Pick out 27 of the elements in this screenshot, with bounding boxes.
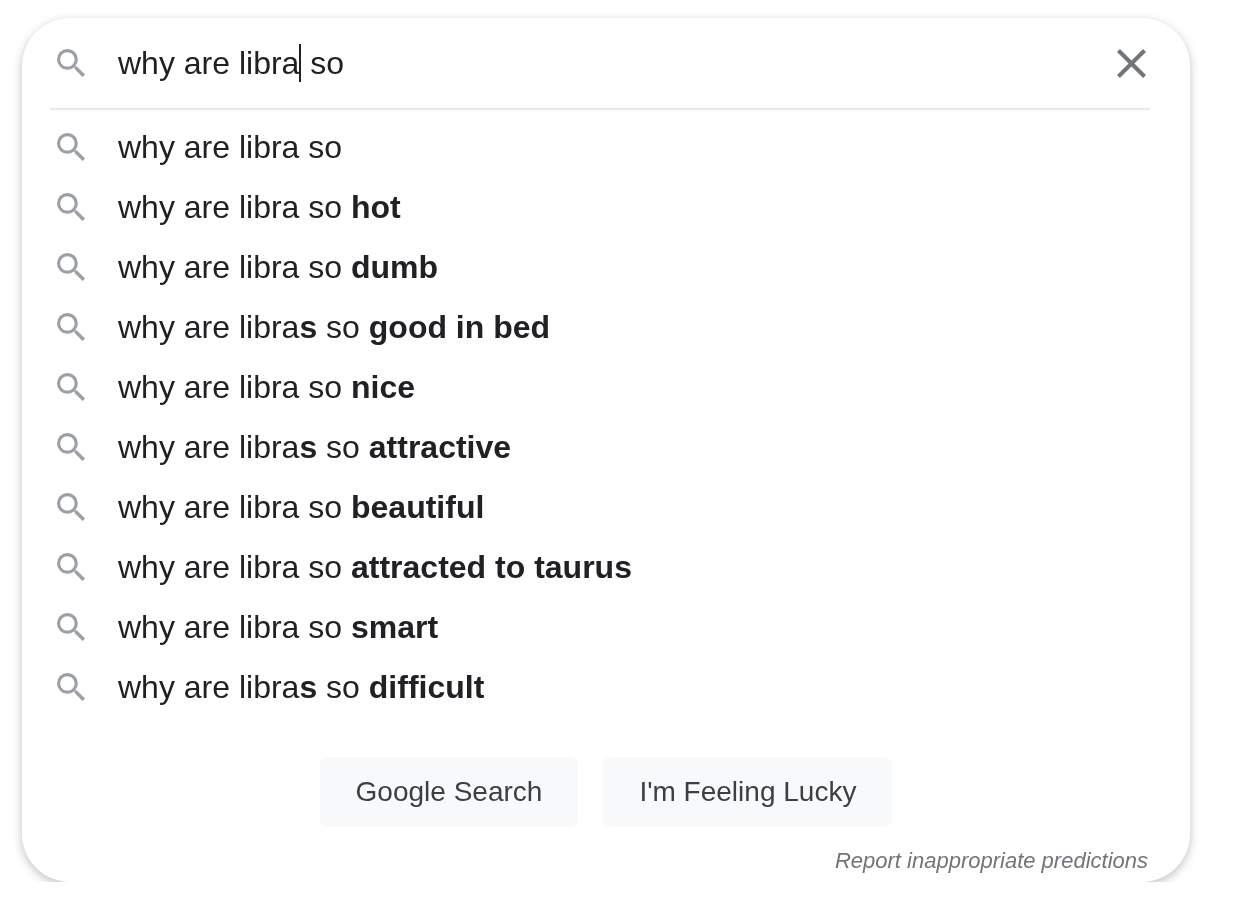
suggestion-item[interactable]: why are libra so beautiful — [118, 487, 485, 527]
suggestion-item[interactable]: why are libra so attracted to taurus — [118, 547, 632, 587]
suggestion-item[interactable]: why are libras so good in bed — [118, 307, 551, 347]
search-icon — [57, 313, 85, 341]
suggestion-item[interactable]: why are libras so attractive — [118, 427, 512, 467]
report-link[interactable]: Report inappropriate predictions — [834, 847, 1148, 875]
search-input-field[interactable]: why are libra so — [118, 43, 1117, 83]
search-icon — [57, 673, 85, 701]
suggestion-item[interactable]: why are libra so hot — [118, 187, 401, 227]
close-icon — [1117, 48, 1146, 78]
suggestion-item[interactable]: why are libra so — [118, 127, 343, 167]
search-icon — [57, 253, 85, 281]
search-button[interactable]: Google Search — [319, 757, 579, 827]
search-icon — [57, 373, 85, 401]
clear-button[interactable] — [1117, 48, 1146, 78]
search-icon — [57, 433, 85, 461]
search-icon — [57, 193, 85, 221]
suggestion-item[interactable]: why are libra so dumb — [118, 247, 439, 287]
suggestion-item[interactable]: why are libra so nice — [118, 367, 415, 407]
suggestion-item[interactable]: why are libras so difficult — [118, 667, 485, 707]
search-icon — [57, 49, 85, 77]
search-button[interactable]: I'm Feeling Lucky — [603, 757, 893, 827]
search-icon — [57, 493, 85, 521]
search-icon — [57, 553, 85, 581]
search-icon — [57, 133, 85, 161]
search-icon — [57, 613, 85, 641]
suggestion-item[interactable]: why are libra so smart — [118, 607, 439, 647]
